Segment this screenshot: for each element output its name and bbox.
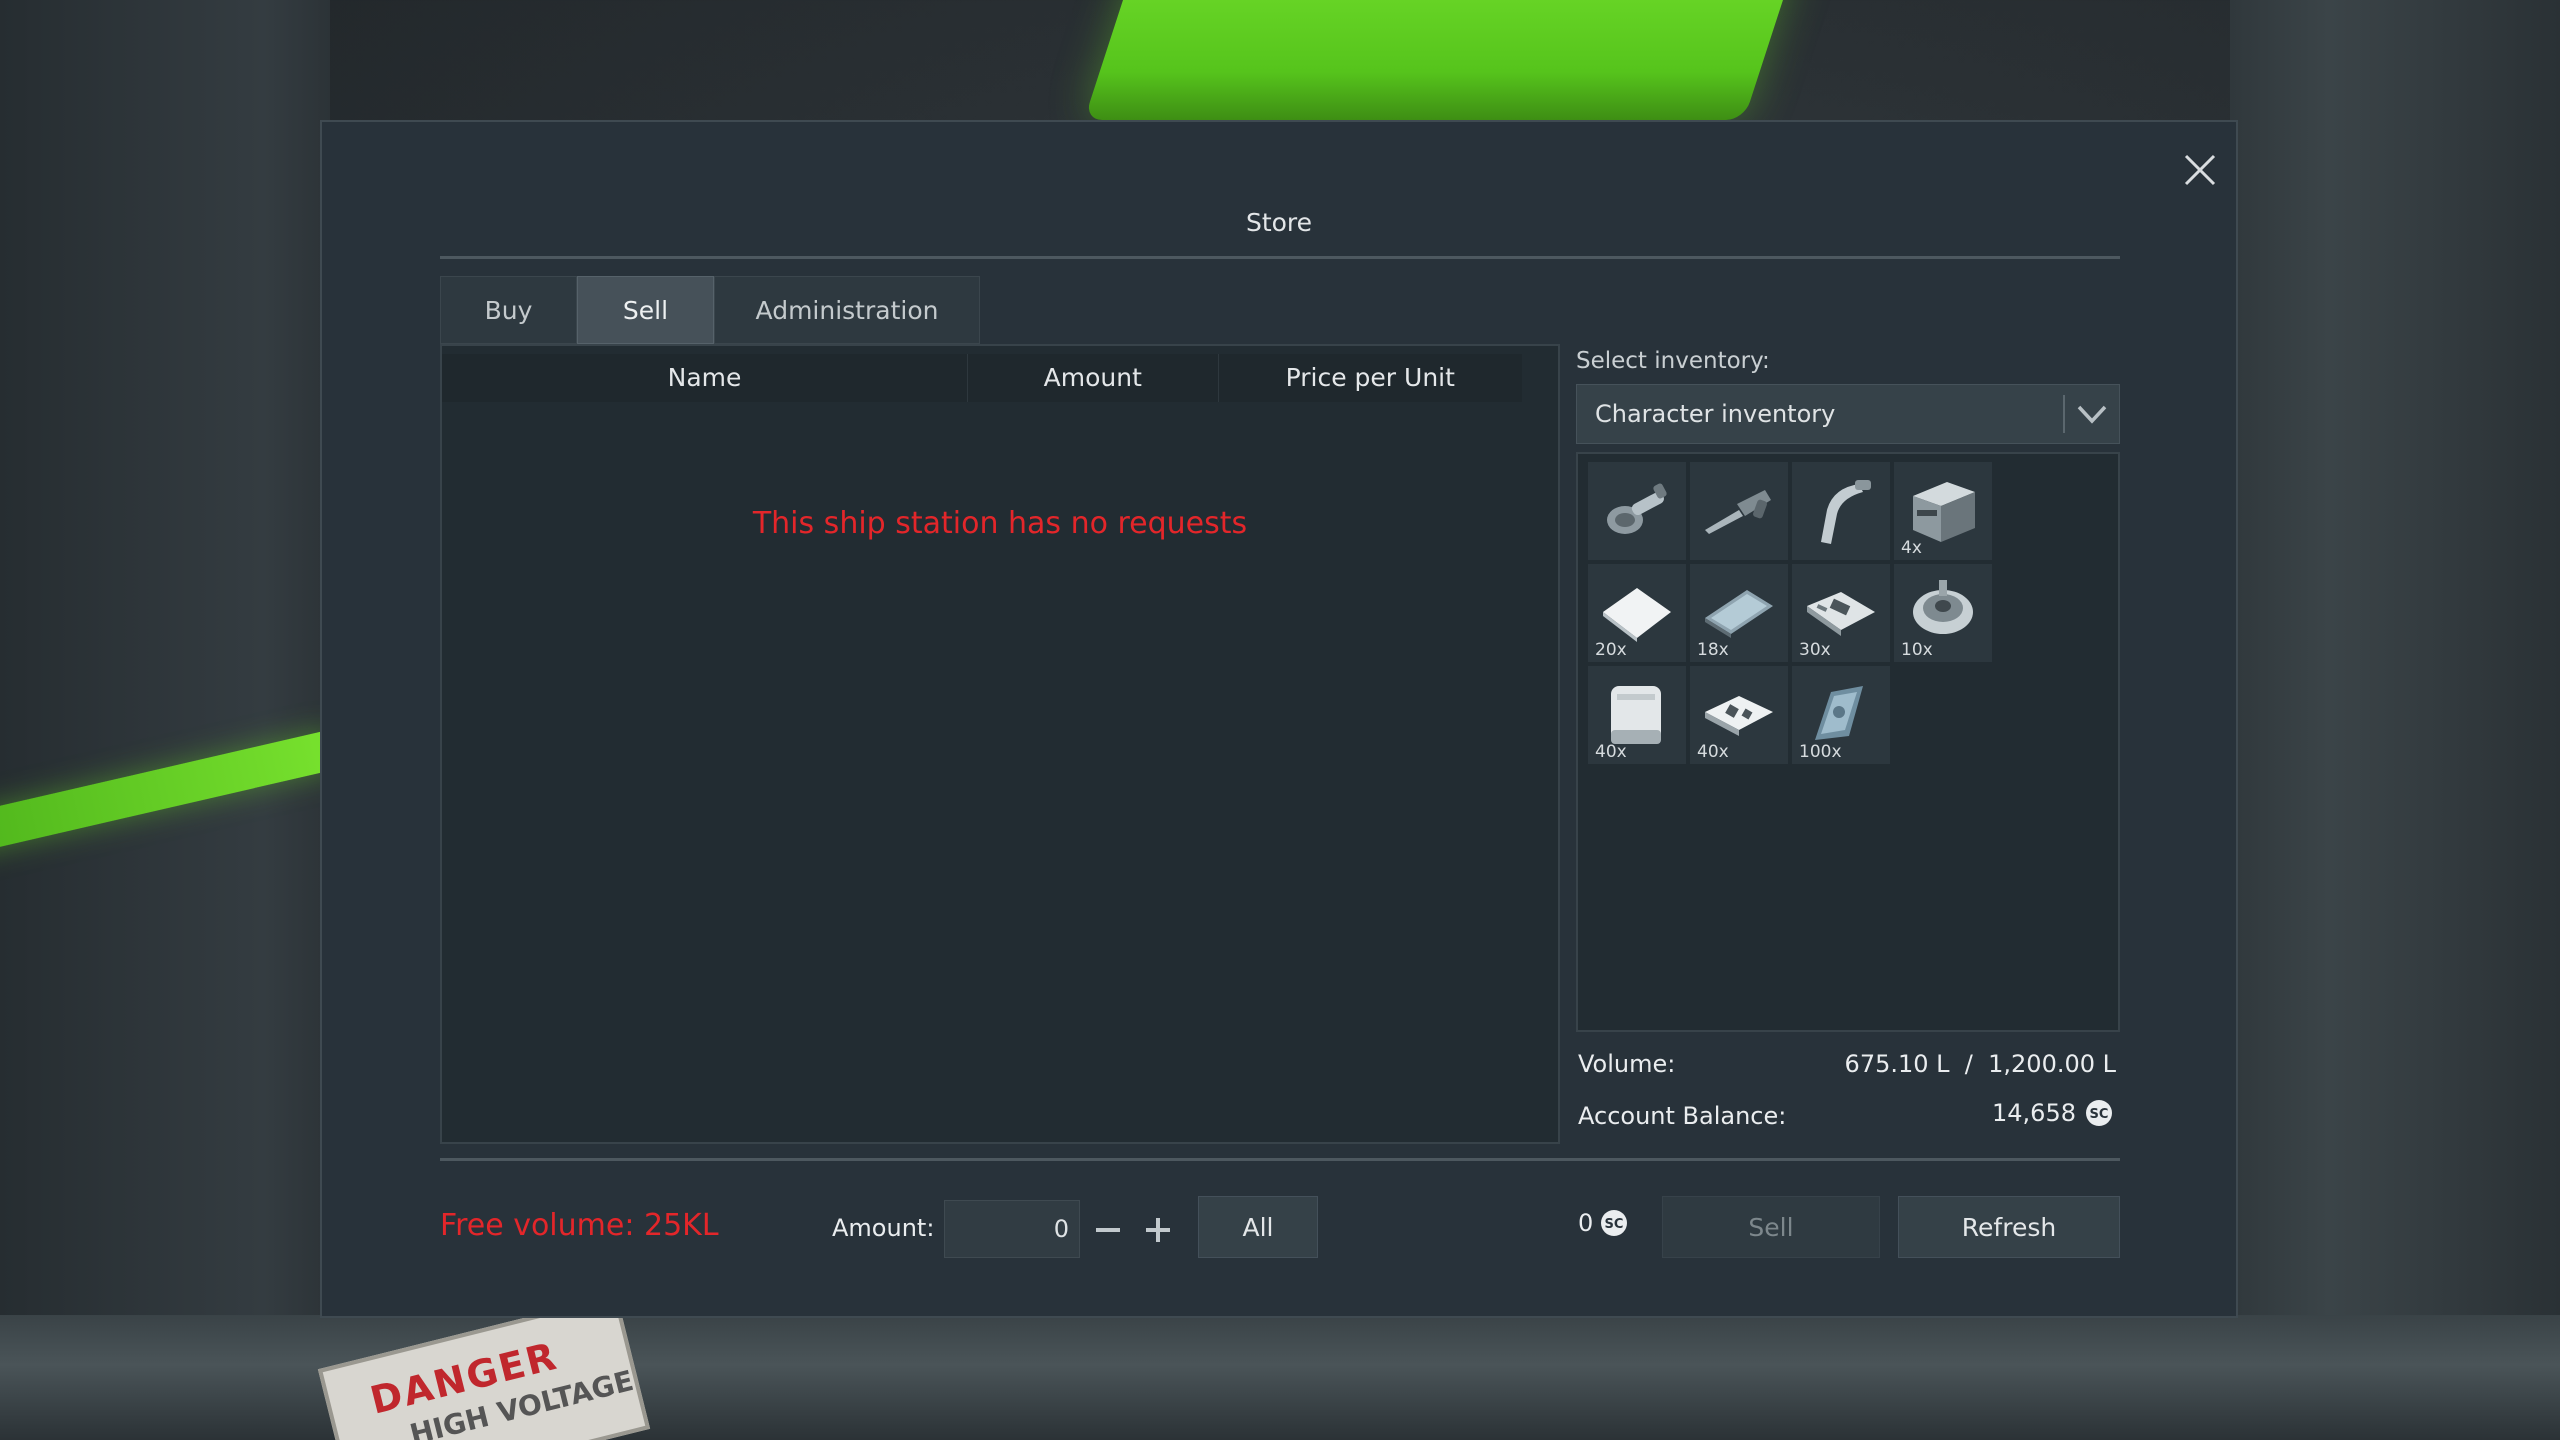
space-credit-icon: SC [2086,1100,2112,1126]
free-volume-warning: Free volume: 25KL [440,1208,719,1243]
inventory-slot[interactable]: 40x [1690,666,1788,764]
slot-quantity: 10x [1901,640,1933,660]
tab-bar: Buy Sell Administration [440,276,980,344]
title-divider [440,256,2120,259]
close-button[interactable] [2172,142,2228,198]
welder-icon [1821,480,1871,544]
total-price: 0 SC [1578,1208,1629,1238]
inventory-slot[interactable] [1690,462,1788,560]
tab-sell[interactable]: Sell [577,276,714,344]
total-price-value: 0 [1578,1209,1594,1237]
request-table: Name Amount Price per Unit This ship sta… [440,344,1560,1144]
column-header-name[interactable]: Name [442,354,967,402]
inventory-slot[interactable]: 20x [1588,564,1686,662]
inventory-slot[interactable] [1588,462,1686,560]
svg-text:SC: SC [1605,1217,1624,1232]
account-balance-label: Account Balance: [1578,1102,1787,1130]
inventory-dropdown-value: Character inventory [1595,400,1836,428]
amount-input[interactable] [944,1200,1080,1258]
background-right-wall [2230,0,2560,1440]
inventory-grid-panel: 4x 20x 18x 30x 10x 40x 40x 100x [1576,452,2120,1032]
tab-administration[interactable]: Administration [714,276,980,344]
background-green-light [1084,0,1796,120]
inventory-grid: 4x 20x 18x 30x 10x 40x 40x 100x [1588,462,1992,764]
amount-label: Amount: [832,1214,935,1242]
table-header: Name Amount Price per Unit [442,354,1522,402]
window-title: Store [1245,208,1313,237]
angle-grinder-icon [1607,483,1667,534]
background-left-wall [0,0,330,1440]
inventory-dropdown[interactable]: Character inventory [1576,384,2120,444]
space-credit-icon: SC [1601,1210,1628,1236]
all-button[interactable]: All [1198,1196,1318,1258]
decrease-amount-button[interactable] [1088,1210,1128,1250]
plus-icon [1146,1218,1170,1242]
tab-buy[interactable]: Buy [440,276,577,344]
empty-table-message: This ship station has no requests [752,506,1248,541]
bottom-divider [440,1158,2120,1161]
store-window: Store Buy Sell Administration Name Amoun… [320,120,2238,1318]
chevron-down-icon [2077,405,2107,424]
slot-quantity: 40x [1697,742,1729,762]
column-header-price[interactable]: Price per Unit [1217,354,1522,402]
slot-quantity: 100x [1799,742,1842,762]
refresh-button[interactable]: Refresh [1898,1196,2120,1258]
sell-button[interactable]: Sell [1662,1196,1880,1258]
slot-quantity: 4x [1901,538,1922,558]
minus-icon [1096,1228,1120,1232]
inventory-slot[interactable]: 4x [1894,462,1992,560]
slot-quantity: 40x [1595,742,1627,762]
inventory-slot[interactable]: 30x [1792,564,1890,662]
inventory-slot[interactable] [1792,462,1890,560]
svg-text:SC: SC [2090,1107,2109,1122]
column-header-amount[interactable]: Amount [967,354,1218,402]
select-inventory-label: Select inventory: [1576,348,1770,374]
account-balance: 14,658 SC [1992,1098,2114,1128]
volume-value: 675.10 L / 1,200.00 L [1844,1050,2116,1078]
increase-amount-button[interactable] [1138,1210,1178,1250]
dropdown-divider [2063,395,2065,433]
slot-quantity: 18x [1697,640,1729,660]
hand-drill-icon [1705,490,1771,534]
inventory-slot[interactable]: 10x [1894,564,1992,662]
account-balance-value: 14,658 [1992,1099,2076,1127]
inventory-slot[interactable]: 40x [1588,666,1686,764]
inventory-slot[interactable]: 100x [1792,666,1890,764]
volume-label: Volume: [1578,1050,1676,1078]
slot-quantity: 30x [1799,640,1831,660]
slot-quantity: 20x [1595,640,1627,660]
inventory-slot[interactable]: 18x [1690,564,1788,662]
close-icon [2184,154,2216,186]
